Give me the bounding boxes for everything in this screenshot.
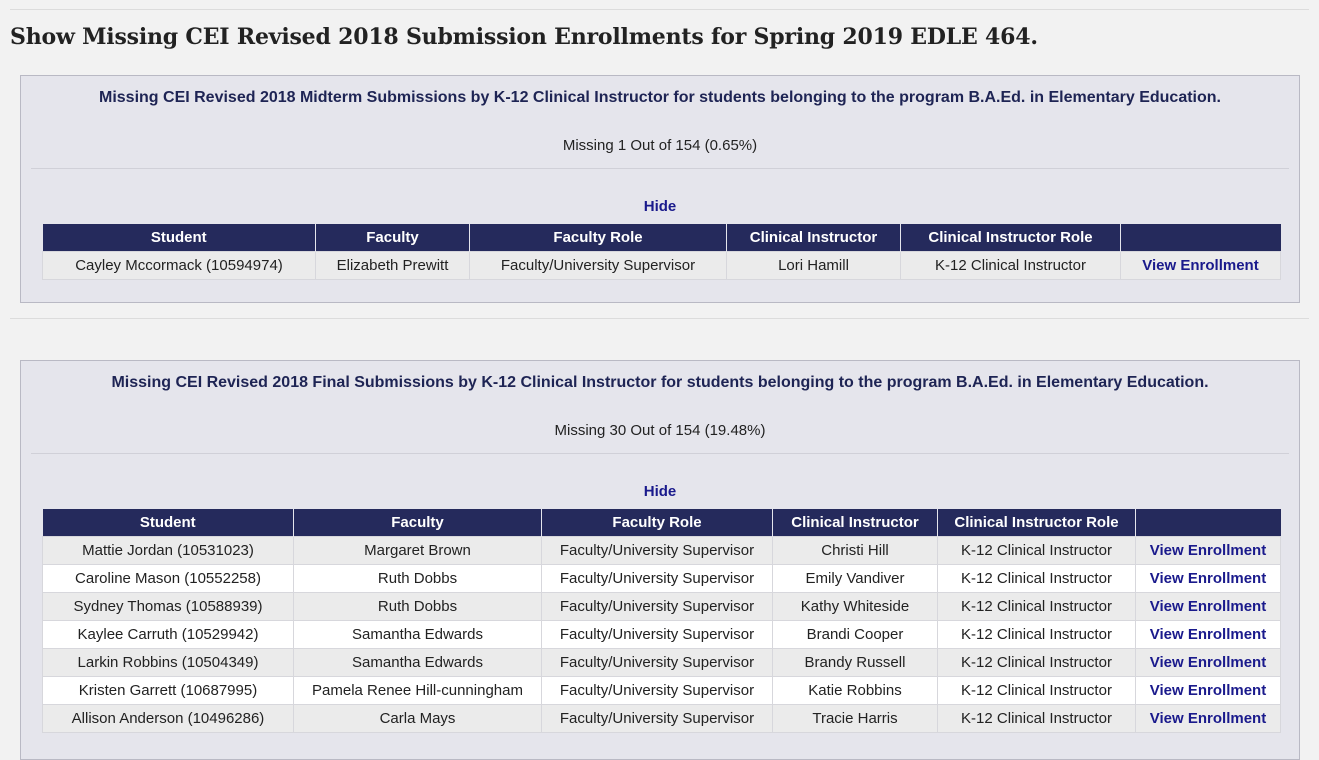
student-cell: Larkin Robbins (10504349) (42, 648, 294, 677)
midterm-missing-count: Missing 1 Out of 154 (0.65%) (562, 137, 758, 154)
final-missing-count: Missing 30 Out of 154 (19.48%) (554, 422, 766, 439)
clinical-instructor-cell: Katie Robbins (772, 676, 938, 705)
view-enrollment-link[interactable]: View Enrollment (1150, 598, 1266, 615)
column-header-faculty: Faculty (315, 224, 470, 252)
page-title: Show Missing CEI Revised 2018 Submission… (10, 24, 1038, 50)
table-row: Larkin Robbins (10504349) Samantha Edwar… (42, 648, 1281, 677)
column-header-student: Student (42, 224, 316, 252)
view-enrollment-link[interactable]: View Enrollment (1150, 626, 1266, 643)
view-enrollment-link[interactable]: View Enrollment (1150, 710, 1266, 727)
clinical-instructor-role-cell: K-12 Clinical Instructor (937, 536, 1136, 565)
faculty-role-cell: Faculty/University Supervisor (541, 704, 773, 733)
view-enrollment-cell: View Enrollment (1120, 251, 1281, 280)
clinical-instructor-role-cell: K-12 Clinical Instructor (937, 564, 1136, 593)
midterm-panel: Missing CEI Revised 2018 Midterm Submiss… (20, 75, 1300, 303)
midterm-table: Student Faculty Faculty Role Clinical In… (42, 224, 1281, 280)
clinical-instructor-cell: Lori Hamill (726, 251, 901, 280)
clinical-instructor-role-cell: K-12 Clinical Instructor (937, 592, 1136, 621)
table-row: Caroline Mason (10552258) Ruth Dobbs Fac… (42, 564, 1281, 593)
faculty-cell: Samantha Edwards (293, 648, 542, 677)
faculty-role-cell: Faculty/University Supervisor (541, 648, 773, 677)
midterm-hide-link[interactable]: Hide (21, 198, 1299, 215)
clinical-instructor-cell: Tracie Harris (772, 704, 938, 733)
clinical-instructor-cell: Brandi Cooper (772, 620, 938, 649)
clinical-instructor-cell: Kathy Whiteside (772, 592, 938, 621)
view-enrollment-link[interactable]: View Enrollment (1150, 570, 1266, 587)
clinical-instructor-role-cell: K-12 Clinical Instructor (937, 704, 1136, 733)
clinical-instructor-role-cell: K-12 Clinical Instructor (937, 648, 1136, 677)
student-cell: Cayley Mccormack (10594974) (42, 251, 316, 280)
faculty-role-cell: Faculty/University Supervisor (541, 676, 773, 705)
clinical-instructor-role-cell: K-12 Clinical Instructor (900, 251, 1121, 280)
table-row: Sydney Thomas (10588939) Ruth Dobbs Facu… (42, 592, 1281, 621)
clinical-instructor-cell: Christi Hill (772, 536, 938, 565)
table-row: Mattie Jordan (10531023) Margaret Brown … (42, 536, 1281, 565)
column-header-faculty-role: Faculty Role (469, 224, 727, 252)
faculty-role-cell: Faculty/University Supervisor (541, 620, 773, 649)
faculty-cell: Elizabeth Prewitt (315, 251, 470, 280)
midterm-table-header: Student Faculty Faculty Role Clinical In… (42, 224, 1281, 252)
clinical-instructor-cell: Emily Vandiver (772, 564, 938, 593)
column-header-student: Student (42, 509, 294, 537)
faculty-cell: Carla Mays (293, 704, 542, 733)
view-enrollment-link[interactable]: View Enrollment (1150, 542, 1266, 559)
view-enrollment-link[interactable]: View Enrollment (1150, 682, 1266, 699)
student-cell: Allison Anderson (10496286) (42, 704, 294, 733)
faculty-role-cell: Faculty/University Supervisor (541, 564, 773, 593)
student-cell: Mattie Jordan (10531023) (42, 536, 294, 565)
column-header-faculty-role: Faculty Role (541, 509, 773, 537)
table-row: Allison Anderson (10496286) Carla Mays F… (42, 704, 1281, 733)
section-divider (10, 318, 1309, 319)
clinical-instructor-cell: Brandy Russell (772, 648, 938, 677)
faculty-cell: Ruth Dobbs (293, 564, 542, 593)
table-row: Cayley Mccormack (10594974) Elizabeth Pr… (42, 251, 1281, 280)
view-enrollment-link[interactable]: View Enrollment (1142, 257, 1258, 274)
faculty-cell: Pamela Renee Hill-cunningham (293, 676, 542, 705)
column-header-action (1120, 224, 1281, 252)
faculty-role-cell: Faculty/University Supervisor (541, 592, 773, 621)
faculty-cell: Samantha Edwards (293, 620, 542, 649)
student-cell: Kristen Garrett (10687995) (42, 676, 294, 705)
faculty-cell: Ruth Dobbs (293, 592, 542, 621)
final-heading: Missing CEI Revised 2018 Final Submissio… (111, 374, 1209, 391)
table-row: Kristen Garrett (10687995) Pamela Renee … (42, 676, 1281, 705)
view-enrollment-cell: View Enrollment (1135, 592, 1281, 621)
clinical-instructor-role-cell: K-12 Clinical Instructor (937, 676, 1136, 705)
table-row: Kaylee Carruth (10529942) Samantha Edwar… (42, 620, 1281, 649)
midterm-heading: Missing CEI Revised 2018 Midterm Submiss… (99, 89, 1221, 106)
student-cell: Kaylee Carruth (10529942) (42, 620, 294, 649)
final-table: Student Faculty Faculty Role Clinical In… (42, 509, 1281, 733)
column-header-clinical-instructor-role: Clinical Instructor Role (937, 509, 1136, 537)
midterm-table-body: Cayley Mccormack (10594974) Elizabeth Pr… (42, 251, 1281, 280)
final-panel: Missing CEI Revised 2018 Final Submissio… (20, 360, 1300, 760)
column-header-clinical-instructor-role: Clinical Instructor Role (900, 224, 1121, 252)
column-header-clinical-instructor: Clinical Instructor (726, 224, 901, 252)
view-enrollment-cell: View Enrollment (1135, 676, 1281, 705)
top-divider (10, 9, 1309, 10)
final-divider (31, 453, 1289, 454)
final-hide-link[interactable]: Hide (21, 483, 1299, 500)
faculty-role-cell: Faculty/University Supervisor (541, 536, 773, 565)
final-table-body: Mattie Jordan (10531023) Margaret Brown … (42, 536, 1281, 733)
final-table-header: Student Faculty Faculty Role Clinical In… (42, 509, 1281, 537)
faculty-cell: Margaret Brown (293, 536, 542, 565)
student-cell: Sydney Thomas (10588939) (42, 592, 294, 621)
view-enrollment-cell: View Enrollment (1135, 704, 1281, 733)
view-enrollment-cell: View Enrollment (1135, 536, 1281, 565)
column-header-clinical-instructor: Clinical Instructor (772, 509, 938, 537)
clinical-instructor-role-cell: K-12 Clinical Instructor (937, 620, 1136, 649)
view-enrollment-cell: View Enrollment (1135, 620, 1281, 649)
faculty-role-cell: Faculty/University Supervisor (469, 251, 727, 280)
column-header-faculty: Faculty (293, 509, 542, 537)
midterm-divider (31, 168, 1289, 169)
student-cell: Caroline Mason (10552258) (42, 564, 294, 593)
column-header-action (1135, 509, 1281, 537)
view-enrollment-cell: View Enrollment (1135, 648, 1281, 677)
view-enrollment-link[interactable]: View Enrollment (1150, 654, 1266, 671)
view-enrollment-cell: View Enrollment (1135, 564, 1281, 593)
